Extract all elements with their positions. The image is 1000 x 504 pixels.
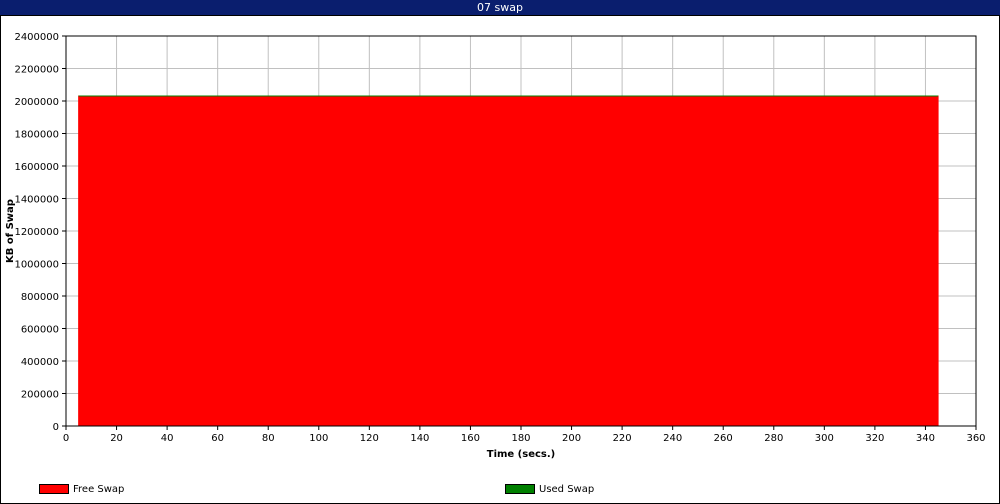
x-tick-label: 0: [63, 433, 69, 444]
x-tick-label: 300: [815, 433, 834, 444]
free-swap-legend-swatch: [39, 484, 69, 494]
y-tick-label: 200000: [21, 390, 59, 401]
y-axis-label: KB of Swap: [5, 199, 16, 263]
x-tick-label: 200: [562, 433, 581, 444]
x-tick-label: 240: [663, 433, 682, 444]
y-tick-label: 2400000: [14, 32, 59, 43]
legend-item-free-swap: Free Swap: [39, 483, 124, 495]
legend-item-used-swap: Used Swap: [505, 483, 594, 495]
x-tick-label: 320: [865, 433, 884, 444]
y-tick-label: 1600000: [14, 162, 59, 173]
y-tick-label: 400000: [21, 357, 59, 368]
x-tick-label: 280: [764, 433, 783, 444]
y-tick-label: 600000: [21, 325, 59, 336]
series-area-free-swap: [78, 95, 939, 427]
x-tick-label: 140: [410, 433, 429, 444]
used-swap-legend-swatch: [505, 484, 535, 494]
swap-area-chart: 0 20 40 60 80 100 120 140 160 180 200 220 240 260 280 3…: [5, 32, 986, 460]
y-tick-label: 1800000: [14, 130, 59, 141]
y-tick-label: 0: [53, 422, 59, 433]
x-tick-label: 80: [262, 433, 275, 444]
y-tick-label: 1200000: [14, 227, 59, 238]
chart-frame: 0 20 40 60 80 100 120 140 160 180 200 220 240 260 280 3…: [0, 15, 1000, 504]
x-tick-label: 120: [360, 433, 379, 444]
y-tick-label: 1000000: [14, 260, 59, 271]
x-tick-label: 40: [161, 433, 174, 444]
x-tick-label: 260: [714, 433, 733, 444]
y-tick-label: 1400000: [14, 195, 59, 206]
x-tick-label: 20: [110, 433, 123, 444]
x-tick-label: 220: [613, 433, 632, 444]
free-swap-legend-label: Free Swap: [73, 483, 125, 495]
window-title-bar: 07 swap: [0, 0, 1000, 15]
y-tick-label: 2200000: [14, 65, 59, 76]
x-tick-label: 360: [966, 433, 985, 444]
x-tick-label: 340: [916, 433, 935, 444]
y-tick-label: 2000000: [14, 97, 59, 108]
x-axis-label: Time (secs.): [487, 449, 556, 460]
used-swap-legend-label: Used Swap: [539, 483, 595, 495]
y-tick-label: 800000: [21, 292, 59, 303]
x-tick-label: 100: [309, 433, 328, 444]
window-title: 07 swap: [477, 1, 523, 14]
x-tick-label: 160: [461, 433, 480, 444]
x-tick-label: 60: [211, 433, 224, 444]
x-tick-label: 180: [511, 433, 530, 444]
